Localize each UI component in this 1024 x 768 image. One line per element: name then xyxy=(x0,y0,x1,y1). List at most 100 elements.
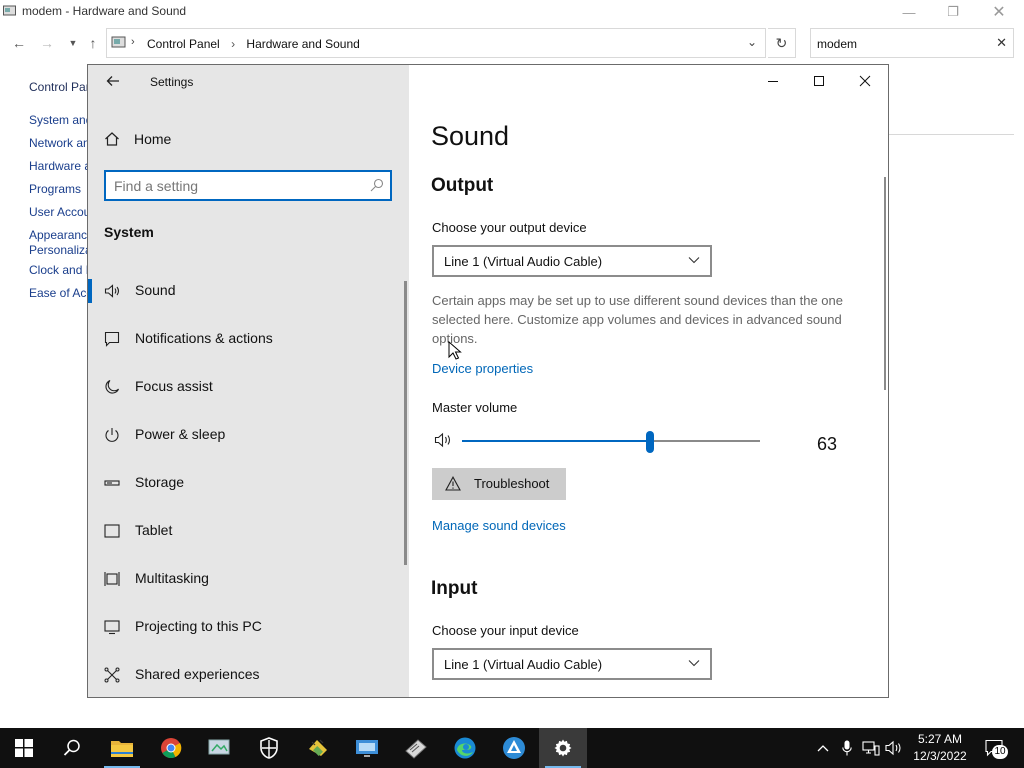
notification-icon xyxy=(104,331,120,347)
breadcrumb: Control Panel › Hardware and Sound xyxy=(147,37,360,51)
edge-button[interactable] xyxy=(441,728,489,768)
sidebar-link[interactable]: Control Panel Home xyxy=(29,80,87,94)
breadcrumb-separator-icon: › xyxy=(231,37,236,51)
taskbar: 5:27 AM 12/3/2022 10 xyxy=(0,728,1024,768)
device-properties-link[interactable]: Device properties xyxy=(432,361,533,376)
clear-search-icon[interactable]: ✕ xyxy=(996,35,1007,51)
volume-value: 63 xyxy=(817,434,838,454)
control-panel-icon xyxy=(208,739,230,755)
slider-thumb[interactable] xyxy=(646,431,654,453)
back-arrow-icon[interactable]: ← xyxy=(10,35,28,51)
show-hidden-icons-button[interactable] xyxy=(812,728,834,768)
troubleshoot-button[interactable]: Troubleshoot xyxy=(432,468,566,500)
settings-taskbar-button[interactable] xyxy=(539,728,587,768)
control-panel-titlebar: modem - Hardware and Sound — ❐ ✕ xyxy=(0,0,1024,24)
manage-sound-devices-link[interactable]: Manage sound devices xyxy=(432,518,566,533)
nav-item-projecting[interactable]: Projecting to this PC xyxy=(88,607,409,647)
app-launcher-button[interactable] xyxy=(490,728,538,768)
close-button[interactable]: ✕ xyxy=(976,0,1022,24)
search-icon xyxy=(63,739,80,756)
nav-scrollbar[interactable] xyxy=(404,281,407,565)
action-center-button[interactable]: 10 xyxy=(982,728,1018,768)
search-icon[interactable] xyxy=(370,178,384,192)
sidebar-link[interactable]: System and Security xyxy=(29,113,87,127)
taskbar-clock[interactable]: 5:27 AM 12/3/2022 xyxy=(905,731,975,765)
breadcrumb-item[interactable]: Hardware and Sound xyxy=(246,37,359,51)
sidebar-link[interactable]: Ease of Access xyxy=(29,286,87,300)
edge-icon xyxy=(454,737,476,759)
search-input[interactable]: modem ✕ xyxy=(810,28,1014,58)
input-device-label: Choose your input device xyxy=(432,623,579,638)
recent-locations-chevron-icon[interactable]: ▼ xyxy=(64,35,82,51)
notepad-button[interactable] xyxy=(392,728,440,768)
microphone-tray-button[interactable] xyxy=(836,728,858,768)
back-arrow-icon[interactable] xyxy=(105,73,121,89)
breadcrumb-item[interactable]: Control Panel xyxy=(147,37,220,51)
input-heading: Input xyxy=(431,578,478,599)
sidebar-link[interactable]: Hardware and Sound xyxy=(29,159,87,173)
nav-item-label: Storage xyxy=(135,474,185,490)
chevron-up-icon xyxy=(817,745,829,752)
sound-page: Sound Output Choose your output device L… xyxy=(409,65,888,697)
nav-item-sound[interactable]: Sound xyxy=(88,271,409,311)
volume-tray-button[interactable] xyxy=(883,728,905,768)
chrome-button[interactable] xyxy=(147,728,195,768)
triangle-app-icon xyxy=(503,737,525,759)
input-device-dropdown[interactable]: Line 1 (Virtual Audio Cable) xyxy=(432,648,712,680)
nav-item-power-sleep[interactable]: Power & sleep xyxy=(88,415,409,455)
nav-item-notifications[interactable]: Notifications & actions xyxy=(88,319,409,359)
nav-item-tablet[interactable]: Tablet xyxy=(88,511,409,551)
shield-icon xyxy=(260,737,278,759)
address-dropdown-chevron-icon[interactable]: ⌄ xyxy=(747,35,757,49)
search-value: modem xyxy=(817,37,858,51)
nav-item-storage[interactable]: Storage xyxy=(88,463,409,503)
remote-desktop-button[interactable] xyxy=(343,728,391,768)
volume-icon[interactable] xyxy=(434,432,454,448)
network-tool-button[interactable] xyxy=(294,728,342,768)
sidebar-link[interactable]: Personalization xyxy=(29,243,87,257)
sidebar-link[interactable]: Programs xyxy=(29,182,81,196)
output-device-dropdown[interactable]: Line 1 (Virtual Audio Cable) xyxy=(432,245,712,277)
nav-item-shared-experiences[interactable]: Shared experiences xyxy=(88,655,409,695)
minimize-button[interactable]: — xyxy=(886,0,932,24)
forward-arrow-icon[interactable]: → xyxy=(38,35,56,51)
security-button[interactable] xyxy=(245,728,293,768)
sidebar-link[interactable]: User Accounts xyxy=(29,205,87,219)
minimize-button[interactable] xyxy=(750,65,796,97)
find-setting-input[interactable] xyxy=(114,176,354,196)
restore-button[interactable]: ❐ xyxy=(930,0,976,24)
input-device-value: Line 1 (Virtual Audio Cable) xyxy=(444,657,603,672)
sidebar-link[interactable]: Network and Internet xyxy=(29,136,87,150)
nav-item-label: Tablet xyxy=(135,522,173,538)
refresh-button[interactable]: ↻ xyxy=(768,28,796,58)
output-device-label: Choose your output device xyxy=(432,220,587,235)
home-nav-item[interactable]: Home xyxy=(104,129,171,149)
maximize-button[interactable] xyxy=(796,65,842,97)
address-bar[interactable]: › Control Panel › Hardware and Sound ⌄ xyxy=(106,28,766,58)
shared-icon xyxy=(104,667,120,683)
nav-item-multitasking[interactable]: Multitasking xyxy=(88,559,409,599)
network-tray-button[interactable] xyxy=(860,728,882,768)
sidebar-link[interactable]: Appearance and xyxy=(29,228,87,242)
control-panel-taskbar-button[interactable] xyxy=(196,728,244,768)
settings-window: Settings Home System Sound xyxy=(87,64,889,698)
sidebar-link[interactable]: Clock and Region xyxy=(29,263,87,277)
file-explorer-button[interactable] xyxy=(98,728,146,768)
nav-item-label: Sound xyxy=(135,282,176,298)
chrome-icon xyxy=(161,738,182,759)
nav-item-focus-assist[interactable]: Focus assist xyxy=(88,367,409,407)
output-device-value: Line 1 (Virtual Audio Cable) xyxy=(444,254,603,269)
close-button[interactable] xyxy=(842,65,888,97)
chevron-down-icon xyxy=(688,660,700,667)
up-arrow-icon[interactable]: ↑ xyxy=(84,35,102,51)
content-scrollbar[interactable] xyxy=(884,177,886,390)
nav-item-label: Power & sleep xyxy=(135,426,226,442)
nav-item-label: Shared experiences xyxy=(135,666,260,682)
find-setting-search[interactable] xyxy=(104,170,392,201)
remote-desktop-icon xyxy=(356,740,378,757)
master-volume-slider[interactable] xyxy=(462,431,760,453)
nav-item-label: Projecting to this PC xyxy=(135,618,262,634)
minimize-icon xyxy=(768,81,778,82)
search-button[interactable] xyxy=(48,728,96,768)
start-button[interactable] xyxy=(0,728,48,768)
